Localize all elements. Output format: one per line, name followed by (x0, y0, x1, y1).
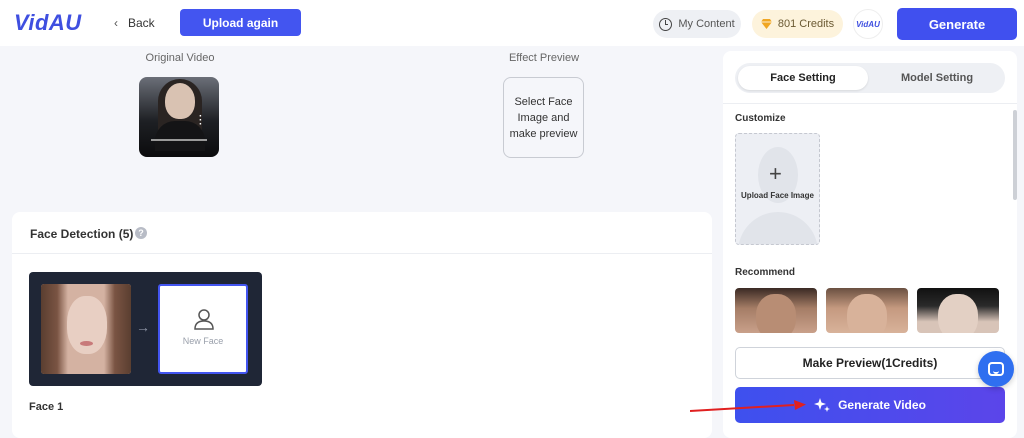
chat-button[interactable] (978, 351, 1014, 387)
arrow-right-icon: → (136, 319, 150, 335)
tab-model-setting[interactable]: Model Setting (872, 66, 1002, 90)
new-face-slot[interactable]: New Face (158, 284, 248, 374)
make-preview-button[interactable]: Make Preview(1Credits) (735, 347, 1005, 379)
annotation-arrow (690, 400, 806, 412)
detected-face-image (41, 284, 131, 374)
face-detection-title: Face Detection (5) (30, 227, 134, 241)
video-progress-bar (151, 139, 207, 141)
tab-face-setting[interactable]: Face Setting (738, 66, 868, 90)
face-pair-card: → New Face (29, 272, 262, 386)
generate-video-label: Generate Video (838, 398, 926, 412)
my-content-label: My Content (678, 18, 735, 30)
plus-icon: + (769, 161, 782, 186)
upload-face-label: Upload Face Image (741, 191, 814, 200)
settings-panel: Face Setting Model Setting Customize + U… (723, 51, 1017, 438)
credits-badge[interactable]: 801 Credits (752, 10, 843, 38)
recommended-face[interactable] (735, 288, 817, 333)
panel-scrollbar[interactable] (1013, 110, 1017, 200)
face-detection-header: Face Detection (5) ? (12, 212, 712, 254)
clock-icon (659, 17, 673, 31)
avatar[interactable]: VidAU (853, 9, 883, 39)
customize-label: Customize (735, 113, 786, 124)
generate-button[interactable]: Generate (897, 8, 1017, 40)
sparkle-icon (814, 398, 831, 412)
vidau-logo[interactable]: VidAU (14, 10, 82, 36)
credits-label: 801 Credits (777, 18, 835, 30)
upload-face-button[interactable]: + Upload Face Image (735, 133, 820, 245)
upload-again-button[interactable]: Upload again (180, 9, 301, 36)
back-button[interactable]: ‹ Back (114, 14, 155, 32)
gem-icon (760, 19, 772, 29)
recommended-face[interactable] (826, 288, 908, 333)
effect-preview-label: Effect Preview (508, 52, 580, 64)
chat-icon (988, 362, 1004, 376)
recommended-face[interactable] (917, 288, 999, 333)
new-face-label: New Face (182, 336, 224, 346)
help-icon[interactable]: ? (135, 227, 147, 239)
back-label: Back (128, 16, 155, 30)
original-video-label: Original Video (145, 52, 215, 64)
recommend-label: Recommend (735, 267, 796, 278)
effect-preview-box: Select Face Image and make preview (503, 77, 584, 158)
panel-divider (723, 103, 1017, 104)
original-video-thumbnail[interactable]: · · · (139, 77, 219, 157)
my-content-button[interactable]: My Content (653, 10, 741, 38)
face-name-label: Face 1 (29, 401, 64, 413)
top-header: VidAU ‹ Back Upload again My Content 801… (0, 0, 1024, 46)
more-icon[interactable]: · · · (199, 112, 202, 130)
settings-tabs: Face Setting Model Setting (735, 63, 1005, 93)
user-icon (194, 309, 214, 330)
face-detection-card: Face Detection (5) ? → New Face Face 1 (12, 212, 712, 438)
chevron-left-icon: ‹ (114, 16, 118, 30)
